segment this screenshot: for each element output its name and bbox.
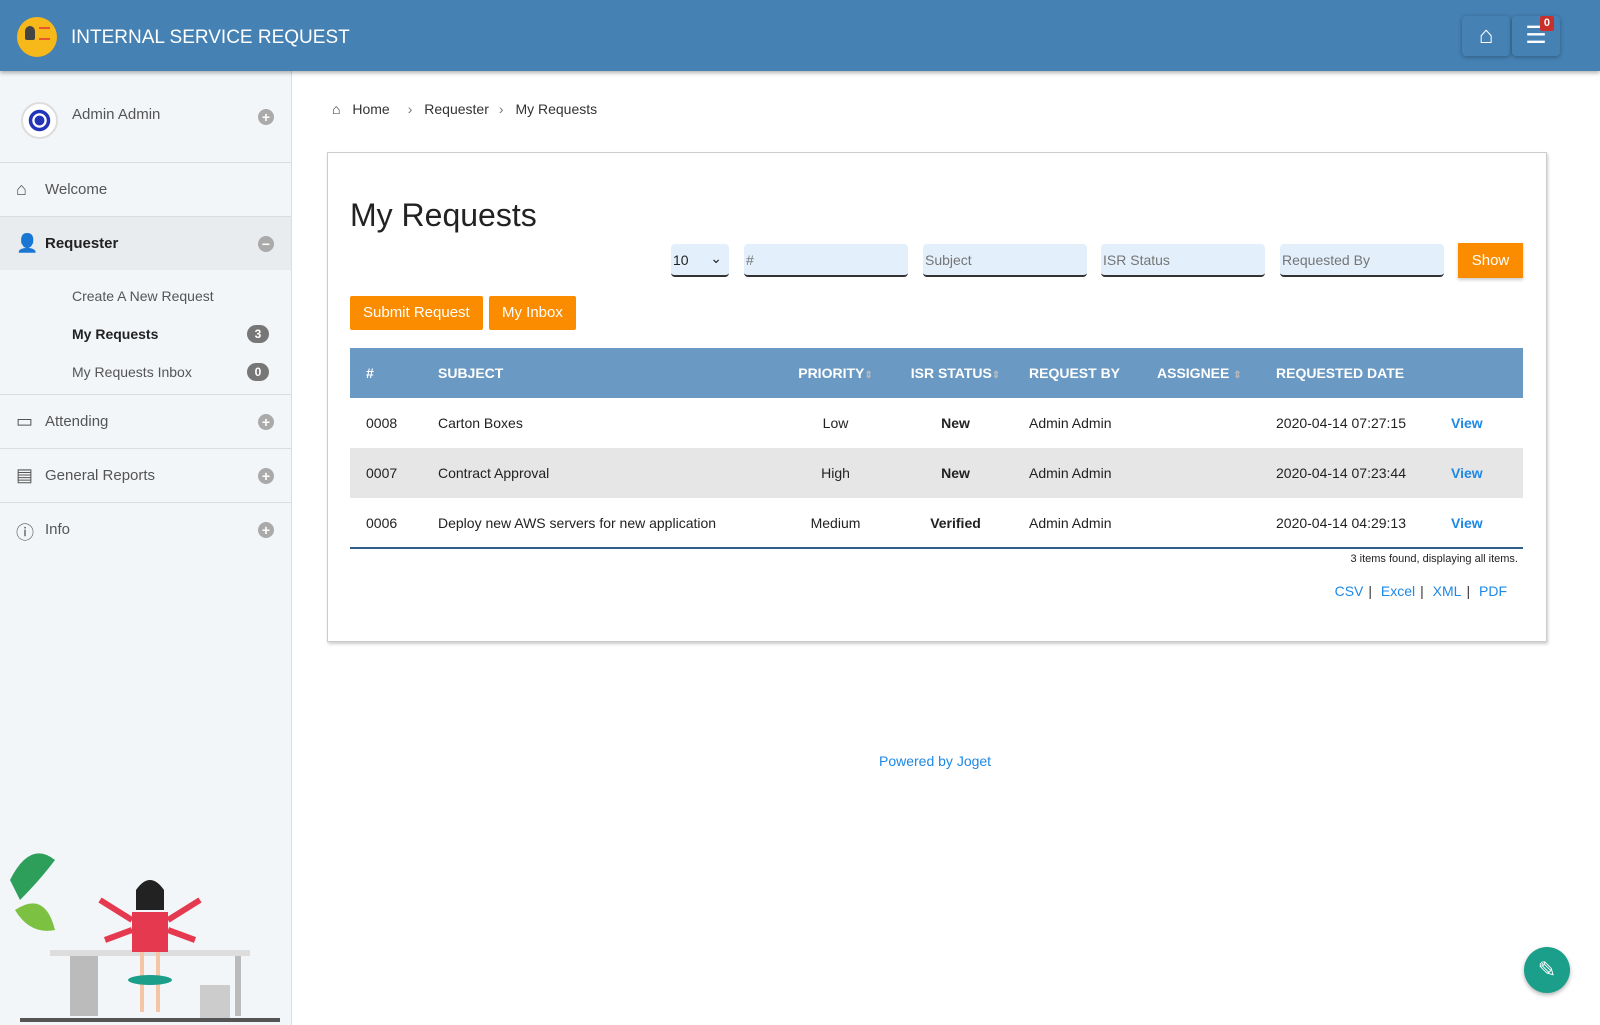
home-icon: ⌂ bbox=[332, 101, 341, 117]
home-icon: ⌂ bbox=[1478, 22, 1494, 49]
column-subject[interactable]: SUBJECT bbox=[438, 348, 778, 398]
count-badge: 0 bbox=[247, 363, 269, 381]
requested-by-filter-input[interactable] bbox=[1280, 244, 1444, 277]
cell-assignee bbox=[1157, 398, 1276, 448]
export-pdf-link[interactable]: PDF bbox=[1479, 583, 1507, 599]
submit-request-button[interactable]: Submit Request bbox=[350, 296, 483, 330]
column-isr-status[interactable]: ISR STATUS⇕ bbox=[893, 348, 1018, 398]
user-icon: 👤 bbox=[16, 233, 39, 253]
export-xml-link[interactable]: XML bbox=[1433, 583, 1462, 599]
sort-icon: ⇕ bbox=[991, 370, 1001, 381]
cell-id: 0008 bbox=[366, 415, 398, 431]
cell-request-by: Admin Admin bbox=[1029, 415, 1112, 431]
app-logo-icon bbox=[17, 17, 57, 57]
sort-icon: ⇕ bbox=[1233, 370, 1242, 381]
column-requested-date[interactable]: REQUESTED DATE bbox=[1276, 348, 1451, 398]
inbox-count-badge: 0 bbox=[1539, 16, 1554, 31]
edit-button[interactable]: ✎ bbox=[1524, 947, 1570, 993]
cell-status: New bbox=[893, 448, 1018, 498]
expand-icon[interactable]: + bbox=[258, 414, 274, 430]
column-action bbox=[1451, 348, 1523, 398]
column-request-by[interactable]: REQUEST BY bbox=[1018, 348, 1157, 398]
expand-icon[interactable]: + bbox=[258, 109, 274, 125]
requests-table: # SUBJECT PRIORITY⇕ ISR STATUS⇕ REQUEST … bbox=[350, 348, 1523, 549]
breadcrumb-home[interactable]: ⌂ Home bbox=[332, 101, 398, 117]
sidebar-item-info[interactable]: ⓘ Info + bbox=[0, 503, 291, 557]
column-priority[interactable]: PRIORITY⇕ bbox=[778, 348, 893, 398]
view-link[interactable]: View bbox=[1451, 448, 1523, 498]
cell-request-by: Admin Admin bbox=[1018, 448, 1157, 498]
inbox-button[interactable]: ☰ 0 bbox=[1512, 16, 1560, 56]
status-filter-input[interactable] bbox=[1101, 244, 1265, 277]
content-panel: My Requests 10⌄ Show Submit Request My I… bbox=[327, 152, 1547, 642]
column-assignee[interactable]: ASSIGNEE ⇕ bbox=[1157, 348, 1276, 398]
view-link[interactable]: View bbox=[1451, 498, 1523, 549]
app-title: INTERNAL SERVICE REQUEST bbox=[71, 27, 350, 48]
show-button[interactable]: Show bbox=[1458, 243, 1523, 278]
inbox-icon: ▭ bbox=[16, 411, 34, 431]
cell-id: 0007 bbox=[350, 448, 438, 498]
cell-priority: Low bbox=[822, 415, 849, 431]
table-row[interactable]: 0008 Carton Boxes Low New Admin Admin 2020-04… bbox=[350, 398, 1523, 448]
user-profile[interactable]: Admin Admin + bbox=[0, 71, 291, 163]
sidebar: Admin Admin + ⌂ Welcome 👤 Requester − Creat… bbox=[0, 71, 292, 1025]
cell-request-by: Admin Admin bbox=[1018, 498, 1157, 549]
cell-priority: High bbox=[778, 448, 893, 498]
user-name: Admin Admin bbox=[72, 106, 161, 123]
cell-subject: Contract Approval bbox=[438, 448, 778, 498]
export-links: CSV | Excel | XML | PDF bbox=[1334, 583, 1507, 599]
sidebar-item-attending[interactable]: ▭ Attending + bbox=[0, 395, 291, 449]
sidebar-item-general-reports[interactable]: ▤ General Reports + bbox=[0, 449, 291, 503]
pencil-icon: ✎ bbox=[1537, 957, 1557, 982]
cell-subject: Deploy new AWS servers for new applicati… bbox=[438, 498, 778, 549]
my-inbox-button[interactable]: My Inbox bbox=[489, 296, 576, 330]
page-size-select[interactable]: 10 ⌄ bbox=[671, 244, 729, 277]
info-icon: ⓘ bbox=[16, 523, 34, 543]
sidebar-subitem-my-requests-inbox[interactable]: My Requests Inbox 0 bbox=[0, 352, 291, 390]
id-filter-input[interactable] bbox=[744, 244, 908, 277]
collapse-icon[interactable]: − bbox=[258, 236, 274, 252]
cell-status: New bbox=[941, 415, 970, 431]
sidebar-subitem-my-requests[interactable]: My Requests 3 bbox=[0, 314, 291, 352]
cell-priority: Medium bbox=[778, 498, 893, 549]
count-badge: 3 bbox=[247, 325, 269, 343]
page-title: My Requests bbox=[350, 197, 537, 233]
breadcrumb-requester[interactable]: Requester bbox=[424, 101, 489, 117]
cell-requested-date: 2020-04-14 04:29:13 bbox=[1276, 498, 1451, 549]
table-row[interactable]: 0007 Contract Approval High New Admin Admin 2… bbox=[350, 448, 1523, 498]
multitasking-illustration bbox=[10, 853, 280, 1022]
breadcrumb: ⌂ Home › Requester › My Requests bbox=[332, 101, 605, 117]
sort-icon: ⇕ bbox=[864, 370, 873, 381]
expand-icon[interactable]: + bbox=[258, 522, 274, 538]
subject-filter-input[interactable] bbox=[923, 244, 1087, 277]
cell-status: Verified bbox=[893, 498, 1018, 549]
cell-subject: Carton Boxes bbox=[438, 415, 523, 431]
column-id[interactable]: # bbox=[350, 348, 438, 398]
breadcrumb-current: My Requests bbox=[515, 101, 598, 117]
cell-requested-date: 2020-04-14 07:27:15 bbox=[1276, 415, 1406, 431]
export-csv-link[interactable]: CSV bbox=[1335, 583, 1364, 599]
chevron-right-icon: › bbox=[498, 101, 504, 117]
export-excel-link[interactable]: Excel bbox=[1381, 583, 1415, 599]
powered-by-link[interactable]: Powered by Joget bbox=[879, 753, 991, 769]
sidebar-item-requester[interactable]: 👤 Requester − bbox=[0, 217, 291, 270]
cell-assignee bbox=[1157, 448, 1276, 498]
avatar bbox=[21, 102, 58, 139]
list-icon: ▤ bbox=[16, 465, 34, 485]
items-found-text: 3 items found, displaying all items. bbox=[1350, 553, 1518, 565]
sidebar-subitem-create-request[interactable]: Create A New Request bbox=[0, 276, 291, 314]
cell-requested-date: 2020-04-14 07:23:44 bbox=[1276, 448, 1451, 498]
table-row[interactable]: 0006 Deploy new AWS servers for new appli… bbox=[350, 498, 1523, 549]
sidebar-item-welcome[interactable]: ⌂ Welcome bbox=[0, 163, 291, 217]
view-link[interactable]: View bbox=[1451, 398, 1523, 448]
chevron-down-icon: ⌄ bbox=[710, 250, 722, 266]
cell-assignee bbox=[1157, 498, 1276, 549]
cell-id: 0006 bbox=[350, 498, 438, 549]
expand-icon[interactable]: + bbox=[258, 468, 274, 484]
home-icon: ⌂ bbox=[16, 179, 27, 199]
home-button[interactable]: ⌂ bbox=[1462, 16, 1510, 56]
app-header: INTERNAL SERVICE REQUEST ⌂ ☰ 0 bbox=[0, 0, 1600, 71]
chevron-right-icon: › bbox=[407, 101, 413, 117]
